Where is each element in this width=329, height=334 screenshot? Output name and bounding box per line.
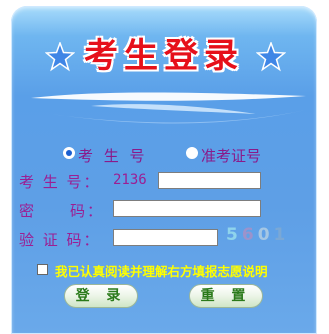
radio-label-admission-ticket: 准考证号 bbox=[201, 147, 262, 165]
login-button[interactable]: 登 录 bbox=[64, 284, 138, 308]
candidate-number-input[interactable] bbox=[158, 172, 261, 189]
radio-admission-ticket[interactable] bbox=[186, 147, 198, 159]
candidate-number-prefix: 2136 bbox=[113, 172, 147, 188]
captcha-digit: 5 bbox=[226, 225, 242, 245]
reset-button[interactable]: 重 置 bbox=[189, 284, 263, 308]
agree-label: 我已认真阅读并理解右方填报志愿说明 bbox=[55, 264, 268, 279]
captcha-digit: 6 bbox=[241, 225, 258, 245]
password-label: 密 码： bbox=[19, 202, 105, 220]
captcha-digit: 1 bbox=[273, 225, 290, 245]
radio-label-candidate-number: 考 生 号 bbox=[78, 147, 148, 165]
captcha-digit: 0 bbox=[257, 225, 274, 245]
password-input[interactable] bbox=[113, 200, 261, 217]
radio-candidate-number[interactable] bbox=[63, 147, 75, 159]
page-title: 考生登录 bbox=[84, 36, 244, 76]
captcha-image: 5601 bbox=[226, 225, 296, 247]
decorative-swoosh bbox=[31, 92, 306, 124]
candidate-number-label: 考 生 号： bbox=[19, 173, 101, 191]
captcha-label: 验 证 码： bbox=[19, 231, 101, 249]
agree-checkbox[interactable] bbox=[37, 264, 48, 275]
login-panel: 考生登录 考 生 号 准考证号 考 生 号： 2136 密 码： 验 证 码： … bbox=[11, 6, 317, 334]
captcha-input[interactable] bbox=[113, 229, 218, 246]
